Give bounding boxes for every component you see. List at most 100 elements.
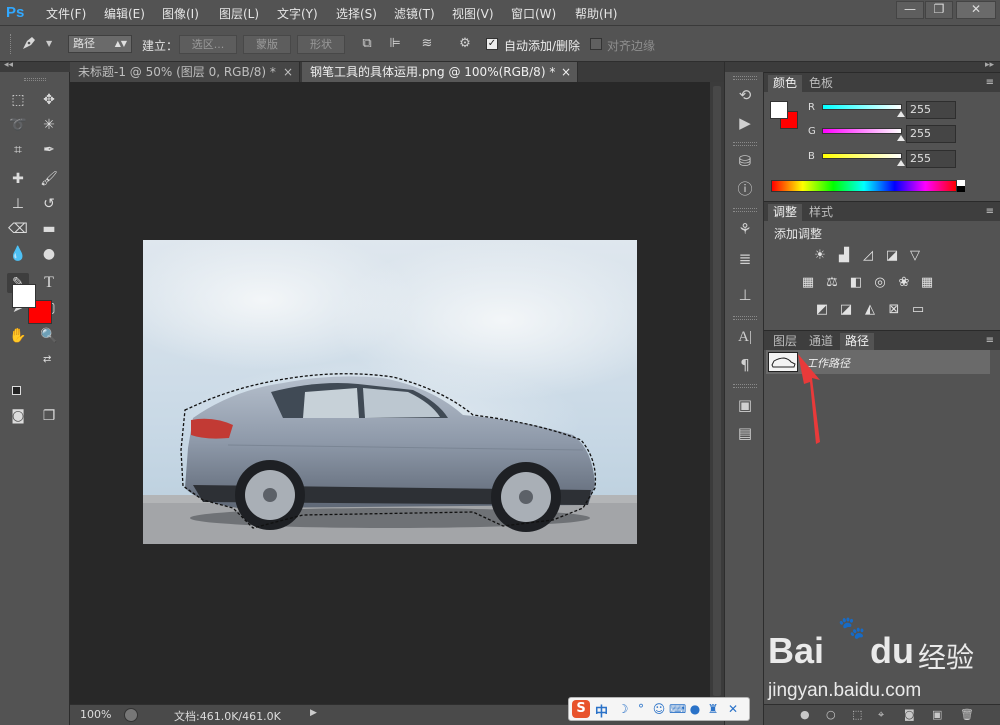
add-mask-icon[interactable]: ◙ bbox=[904, 708, 915, 721]
curves-icon[interactable]: ◿ bbox=[858, 247, 878, 265]
black-swatch[interactable] bbox=[957, 186, 965, 192]
zoom-level[interactable]: 100% bbox=[80, 708, 111, 721]
tab-layers[interactable]: 图层 bbox=[768, 333, 802, 351]
color-balance-icon[interactable]: ⚖ bbox=[822, 274, 842, 292]
blur-tool-icon[interactable]: 💧 bbox=[7, 244, 29, 264]
brightness-contrast-icon[interactable]: ☀ bbox=[810, 247, 830, 265]
panel-menu-icon[interactable]: ≡ bbox=[986, 206, 994, 217]
pen-tool-icon[interactable] bbox=[20, 34, 38, 52]
screen-mode-icon[interactable]: ❐ bbox=[38, 406, 60, 426]
history-icon[interactable]: ⟲ bbox=[733, 84, 757, 106]
sogou-logo-icon[interactable]: S bbox=[572, 700, 590, 718]
tab-swatches[interactable]: 色板 bbox=[804, 75, 838, 93]
red-slider-thumb[interactable] bbox=[897, 111, 905, 117]
load-selection-icon[interactable]: ⬚ bbox=[852, 708, 862, 721]
make-shape-button[interactable]: 形状 bbox=[297, 35, 345, 54]
tab-channels[interactable]: 通道 bbox=[804, 333, 838, 351]
channel-mixer-icon[interactable]: ❀ bbox=[894, 274, 914, 292]
default-colors-icon[interactable] bbox=[12, 386, 21, 395]
toolbox-header[interactable]: ◂◂ bbox=[0, 60, 70, 72]
tab-paths[interactable]: 路径 bbox=[840, 333, 875, 351]
quick-mask-icon[interactable]: ◙ bbox=[7, 406, 29, 426]
tool-preset-chevron-icon[interactable]: ▼ bbox=[46, 39, 52, 48]
panels-header[interactable]: ▸▸ bbox=[764, 60, 1000, 72]
photo-filter-icon[interactable]: ◎ bbox=[870, 274, 890, 292]
moon-icon[interactable]: ☽ bbox=[615, 701, 631, 717]
vibrance-icon[interactable]: ▽ bbox=[905, 247, 925, 265]
restore-button[interactable]: ❐ bbox=[925, 1, 953, 19]
selective-color-icon[interactable]: ⊠ bbox=[884, 301, 904, 319]
fill-path-icon[interactable]: ● bbox=[800, 708, 810, 721]
emoji-icon[interactable]: ☺ bbox=[651, 701, 667, 717]
menu-window[interactable]: 窗口(W) bbox=[511, 5, 556, 22]
path-operations-icon[interactable]: ⧉ bbox=[358, 35, 376, 53]
path-alignment-icon[interactable]: ⊫ bbox=[386, 35, 404, 53]
red-channel-value[interactable]: 255 bbox=[906, 101, 956, 119]
settings-icon[interactable]: ✕ bbox=[725, 701, 741, 717]
brush-settings-icon[interactable]: ≣ bbox=[733, 248, 757, 270]
move-tool-icon[interactable]: ✥ bbox=[38, 90, 60, 110]
swap-colors-icon[interactable]: ⇄ bbox=[43, 354, 51, 365]
make-selection-button[interactable]: 选区... bbox=[179, 35, 237, 54]
eraser-tool-icon[interactable]: ⌫ bbox=[7, 219, 29, 239]
vertical-scrollbar[interactable] bbox=[710, 82, 724, 704]
ime-mode-label[interactable]: 中 bbox=[595, 701, 608, 720]
posterize-icon[interactable]: ◪ bbox=[836, 301, 856, 319]
delete-path-icon[interactable]: 🗑 bbox=[960, 708, 974, 721]
brush-presets-icon[interactable]: ⚘ bbox=[733, 218, 757, 240]
foreground-color-swatch[interactable] bbox=[12, 284, 36, 308]
hand-tool-icon[interactable]: ✋ bbox=[7, 326, 29, 346]
menu-edit[interactable]: 编辑(E) bbox=[104, 5, 145, 22]
menu-type[interactable]: 文字(Y) bbox=[277, 5, 318, 22]
document-image[interactable] bbox=[143, 240, 637, 544]
green-channel-value[interactable]: 255 bbox=[906, 125, 956, 143]
close-button[interactable]: ✕ bbox=[956, 1, 996, 19]
new-path-icon[interactable]: ▣ bbox=[932, 708, 942, 721]
align-edges-checkbox[interactable] bbox=[590, 38, 602, 50]
marquee-tool-icon[interactable]: ⬚ bbox=[7, 90, 29, 110]
character-icon[interactable]: A| bbox=[733, 326, 757, 348]
document-tab[interactable]: 未标题-1 @ 50% (图层 0, RGB/8) * × bbox=[70, 62, 300, 82]
notes-icon[interactable]: ▤ bbox=[733, 422, 757, 444]
eyedropper-tool-icon[interactable]: ✒ bbox=[38, 140, 60, 160]
make-mask-button[interactable]: 蒙版 bbox=[243, 35, 291, 54]
blue-slider-thumb[interactable] bbox=[897, 160, 905, 166]
color-lookup-icon[interactable]: ▦ bbox=[917, 274, 937, 292]
invert-icon[interactable]: ◩ bbox=[812, 301, 832, 319]
dock-grip[interactable] bbox=[733, 316, 757, 320]
lasso-tool-icon[interactable]: ➰ bbox=[7, 115, 29, 135]
dock-grip[interactable] bbox=[733, 142, 757, 146]
menu-select[interactable]: 选择(S) bbox=[336, 5, 377, 22]
paragraph-icon[interactable]: ¶ bbox=[733, 354, 757, 376]
tab-close-icon[interactable]: × bbox=[561, 62, 571, 82]
hue-saturation-icon[interactable]: ▦ bbox=[798, 274, 818, 292]
clone-stamp-tool-icon[interactable]: ⊥ bbox=[7, 194, 29, 214]
tab-styles[interactable]: 样式 bbox=[804, 204, 838, 222]
path-arrangement-icon[interactable]: ≋ bbox=[418, 35, 436, 53]
menu-file[interactable]: 文件(F) bbox=[46, 5, 86, 22]
menu-filter[interactable]: 滤镜(T) bbox=[394, 5, 435, 22]
color-panel-foreground-swatch[interactable] bbox=[770, 101, 788, 119]
panel-menu-icon[interactable]: ≡ bbox=[986, 335, 994, 346]
clone-source-icon[interactable]: ⊥ bbox=[733, 284, 757, 306]
blue-channel-slider[interactable] bbox=[822, 153, 902, 159]
green-channel-slider[interactable] bbox=[822, 128, 902, 134]
dock-grip[interactable] bbox=[733, 384, 757, 388]
document-tab-active[interactable]: 钢笔工具的具体运用.png @ 100%(RGB/8) * × bbox=[302, 62, 578, 82]
red-channel-slider[interactable] bbox=[822, 104, 902, 110]
minimize-button[interactable]: — bbox=[896, 1, 924, 19]
menu-image[interactable]: 图像(I) bbox=[162, 5, 199, 22]
exposure-icon[interactable]: ◪ bbox=[882, 247, 902, 265]
zoom-tool-icon[interactable]: 🔍 bbox=[38, 326, 60, 346]
mode-select[interactable]: 路径 ▲▼ bbox=[68, 35, 132, 53]
auto-add-delete-checkbox[interactable] bbox=[486, 38, 498, 50]
keyboard-icon[interactable]: ⌨ bbox=[669, 701, 686, 717]
gradient-tool-icon[interactable]: ▬ bbox=[38, 219, 60, 239]
dock-header[interactable] bbox=[725, 62, 765, 72]
status-arrow-icon[interactable]: ▶ bbox=[310, 708, 317, 718]
magic-wand-tool-icon[interactable]: ✳ bbox=[38, 115, 60, 135]
actions-play-icon[interactable]: ▶ bbox=[733, 112, 757, 134]
punctuation-icon[interactable]: ° bbox=[633, 701, 649, 717]
levels-icon[interactable]: ▟ bbox=[834, 247, 854, 265]
color-spectrum-bar[interactable] bbox=[771, 180, 957, 192]
